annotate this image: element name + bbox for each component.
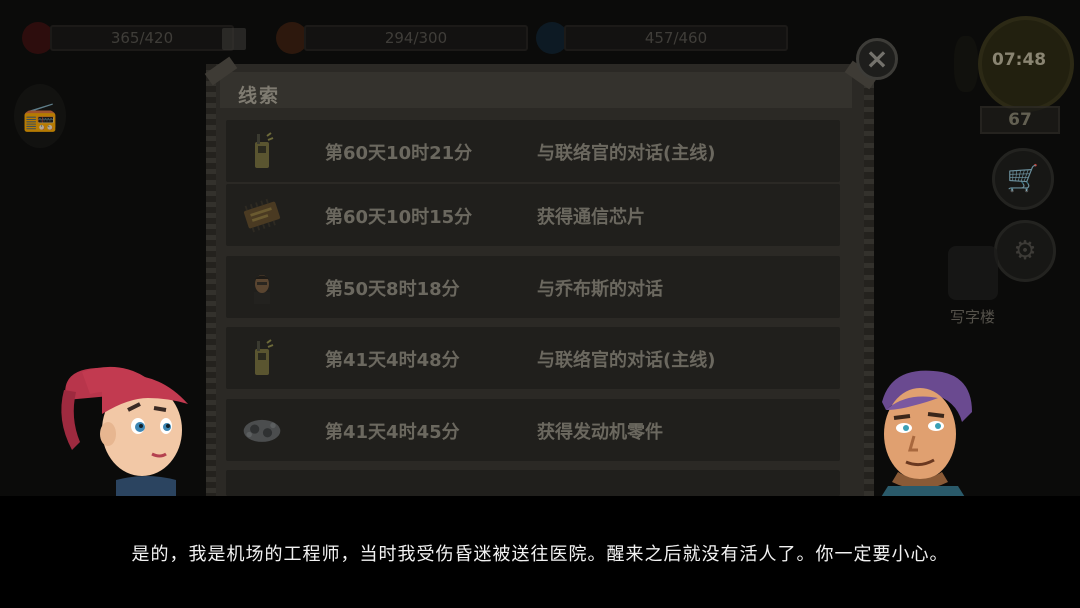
close-icon: ×: [865, 42, 889, 75]
clue-description: 获得发动机零件: [537, 422, 663, 443]
health-stat: 365/420: [22, 22, 234, 54]
clue-row[interactable]: 第60天10时15分 获得通信芯片: [226, 184, 840, 246]
clue-row[interactable]: 第50天8时18分 与乔布斯的对话: [226, 256, 840, 318]
building-icon[interactable]: [948, 246, 998, 300]
water-value: 457/460: [564, 25, 788, 51]
health-value: 365/420: [50, 25, 234, 51]
dialog-text: 是的，我是机场的工程师，当时我受伤昏迷被送往医院。醒来之后就没有活人了。你一定要…: [131, 544, 949, 565]
clue-time: 第60天10时15分: [325, 207, 473, 228]
circuit-chip-icon: [240, 195, 284, 235]
clue-row[interactable]: 第41天4时48分 与联络官的对话(主线): [226, 327, 840, 389]
gear-icon: ⚙: [1013, 236, 1037, 266]
clue-row-partial: [226, 470, 840, 496]
shop-cart-button[interactable]: 🛒: [992, 148, 1054, 210]
game-scene: 365/420 294/300 457/460 07:48 67 🛒 ⚙ 写字楼…: [0, 0, 1080, 608]
clue-description: 与乔布斯的对话: [537, 279, 663, 300]
clock-time: 07:48: [992, 50, 1047, 70]
day-counter: 67: [980, 106, 1060, 134]
hunger-stat: 294/300: [276, 22, 528, 54]
walkie-talkie-icon: 📻: [22, 99, 58, 133]
clue-description: 与联络官的对话(主线): [537, 350, 716, 371]
engineer-girl-portrait: [61, 366, 188, 500]
clue-row[interactable]: 第41天4时45分 获得发动机零件: [226, 399, 840, 461]
cart-icon: 🛒: [1006, 164, 1040, 194]
gem-icon: [954, 36, 978, 92]
settings-button[interactable]: ⚙: [994, 220, 1056, 282]
clue-description: 与联络官的对话(主线): [537, 143, 716, 164]
engineer-man-portrait: [878, 370, 972, 502]
clue-time: 第50天8时18分: [325, 279, 460, 300]
inventory-slot-icon: [222, 28, 246, 50]
clue-row[interactable]: 第60天10时21分 与联络官的对话(主线): [226, 120, 840, 182]
panel-header: [220, 72, 852, 108]
clue-time: 第41天4时45分: [325, 422, 460, 443]
jobs-portrait-icon: [240, 267, 284, 307]
clue-description: 获得通信芯片: [537, 207, 645, 228]
engine-part-icon: [240, 410, 284, 450]
hunger-value: 294/300: [304, 25, 528, 51]
close-button[interactable]: ×: [856, 38, 898, 80]
clue-time: 第41天4时48分: [325, 350, 460, 371]
walkie-talkie-icon: [240, 131, 284, 171]
panel-title: 线索: [238, 85, 281, 107]
clue-time: 第60天10时21分: [325, 143, 473, 164]
building-label: 写字楼: [950, 308, 996, 326]
panel-torn-edge: [206, 64, 216, 504]
water-stat: 457/460: [536, 22, 788, 54]
walkie-talkie-icon: [240, 338, 284, 378]
walkie-talkie-button[interactable]: 📻: [14, 84, 66, 148]
